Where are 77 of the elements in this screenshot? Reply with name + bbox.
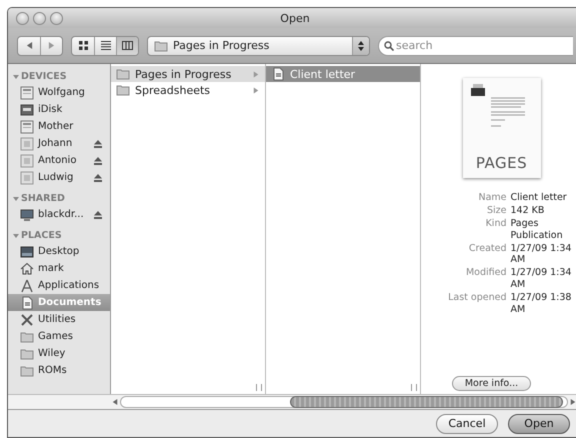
drive-icon xyxy=(20,136,34,150)
sidebar-item[interactable]: iDisk xyxy=(8,101,110,118)
scroll-right-icon xyxy=(570,399,576,405)
info-label: Name xyxy=(477,192,506,204)
info-value: 142 KB xyxy=(510,204,546,217)
folder-icon xyxy=(20,346,34,360)
info-value: 1/27/09 1:34 AM xyxy=(510,242,572,266)
info-value: 1/27/09 1:34 AM xyxy=(510,267,572,291)
scroll-thumb[interactable] xyxy=(290,396,563,408)
search-icon xyxy=(384,40,394,50)
document-icon xyxy=(271,67,285,81)
eject-icon[interactable] xyxy=(94,174,102,182)
minimize-button[interactable] xyxy=(33,12,46,24)
window-title: Open xyxy=(280,12,310,24)
sidebar-item[interactable]: mark xyxy=(8,260,110,277)
eject-icon[interactable] xyxy=(94,156,102,164)
thumbnail-label: PAGES xyxy=(476,154,528,172)
disclosure-icon[interactable] xyxy=(13,196,19,202)
sidebar-item[interactable]: Wiley xyxy=(8,345,110,362)
resize-handle[interactable] xyxy=(411,384,417,391)
resize-handle[interactable] xyxy=(256,384,262,391)
sidebar-item[interactable]: Mother xyxy=(8,118,110,135)
info-value: Pages Publication xyxy=(510,218,564,242)
info-label: Created xyxy=(468,242,506,256)
sidebar-item[interactable]: Wolfgang xyxy=(8,84,110,101)
path-popup[interactable]: Pages in Progress xyxy=(147,36,370,56)
computer-icon xyxy=(20,120,34,134)
folder-icon xyxy=(20,364,34,378)
drive-icon xyxy=(20,170,34,184)
info-value: 1/27/09 1:38 AM xyxy=(510,292,572,316)
monitor-icon xyxy=(20,208,34,222)
folder-icon xyxy=(154,38,168,52)
browser-item[interactable]: Pages in Progress xyxy=(111,66,265,82)
info-label: Size xyxy=(486,204,506,217)
drive-icon xyxy=(20,154,34,168)
folder-icon xyxy=(20,330,34,344)
sidebar-item[interactable]: Ludwig xyxy=(8,169,110,186)
forward-icon xyxy=(48,42,55,49)
info-value: Client letter xyxy=(510,192,568,204)
info-label: Last opened xyxy=(447,292,506,305)
scroll-left-icon xyxy=(112,399,118,405)
more-info-button[interactable]: More info... xyxy=(452,376,532,391)
sidebar-item[interactable]: Desktop xyxy=(8,243,110,260)
back-icon xyxy=(26,42,32,49)
section-heading: DEVICES xyxy=(21,71,67,82)
stepper-icon xyxy=(358,40,364,50)
eject-icon[interactable] xyxy=(94,140,102,148)
eject-icon[interactable] xyxy=(94,210,102,218)
info-label: Modified xyxy=(464,267,506,280)
browser-item[interactable]: Spreadsheets xyxy=(111,82,265,98)
zoom-button[interactable] xyxy=(50,12,63,24)
columns-icon xyxy=(122,41,133,50)
horizontal-scrollbar[interactable] xyxy=(8,394,576,410)
list-icon xyxy=(100,41,110,50)
sidebar-item[interactable]: blackdr... xyxy=(8,206,110,223)
view-mode-button[interactable] xyxy=(116,36,138,54)
info-label: Kind xyxy=(484,218,506,231)
section-heading: PLACES xyxy=(21,230,62,241)
section-heading: SHARED xyxy=(21,193,65,204)
sidebar-item[interactable]: Antonio xyxy=(8,152,110,169)
sidebar-item[interactable]: Games xyxy=(8,328,110,345)
document-icon xyxy=(20,296,34,310)
disclosure-icon[interactable] xyxy=(13,74,19,80)
sidebar-item[interactable]: Johann xyxy=(8,135,110,152)
grid-icon xyxy=(78,41,88,50)
sidebar-item[interactable]: Utilities xyxy=(8,311,110,328)
folder-icon xyxy=(116,67,130,81)
dialog-button[interactable]: Cancel xyxy=(436,414,498,434)
close-button[interactable] xyxy=(16,12,29,24)
desktop-icon xyxy=(20,244,34,258)
house-icon xyxy=(20,262,34,276)
default-button[interactable]: Open xyxy=(508,414,570,434)
search-field[interactable]: search xyxy=(378,36,573,56)
sidebar-item[interactable]: Applications xyxy=(8,277,110,294)
sidebar-item[interactable]: ROMs xyxy=(8,362,110,379)
computer-icon xyxy=(20,86,34,100)
disclosure-icon[interactable] xyxy=(13,232,19,238)
